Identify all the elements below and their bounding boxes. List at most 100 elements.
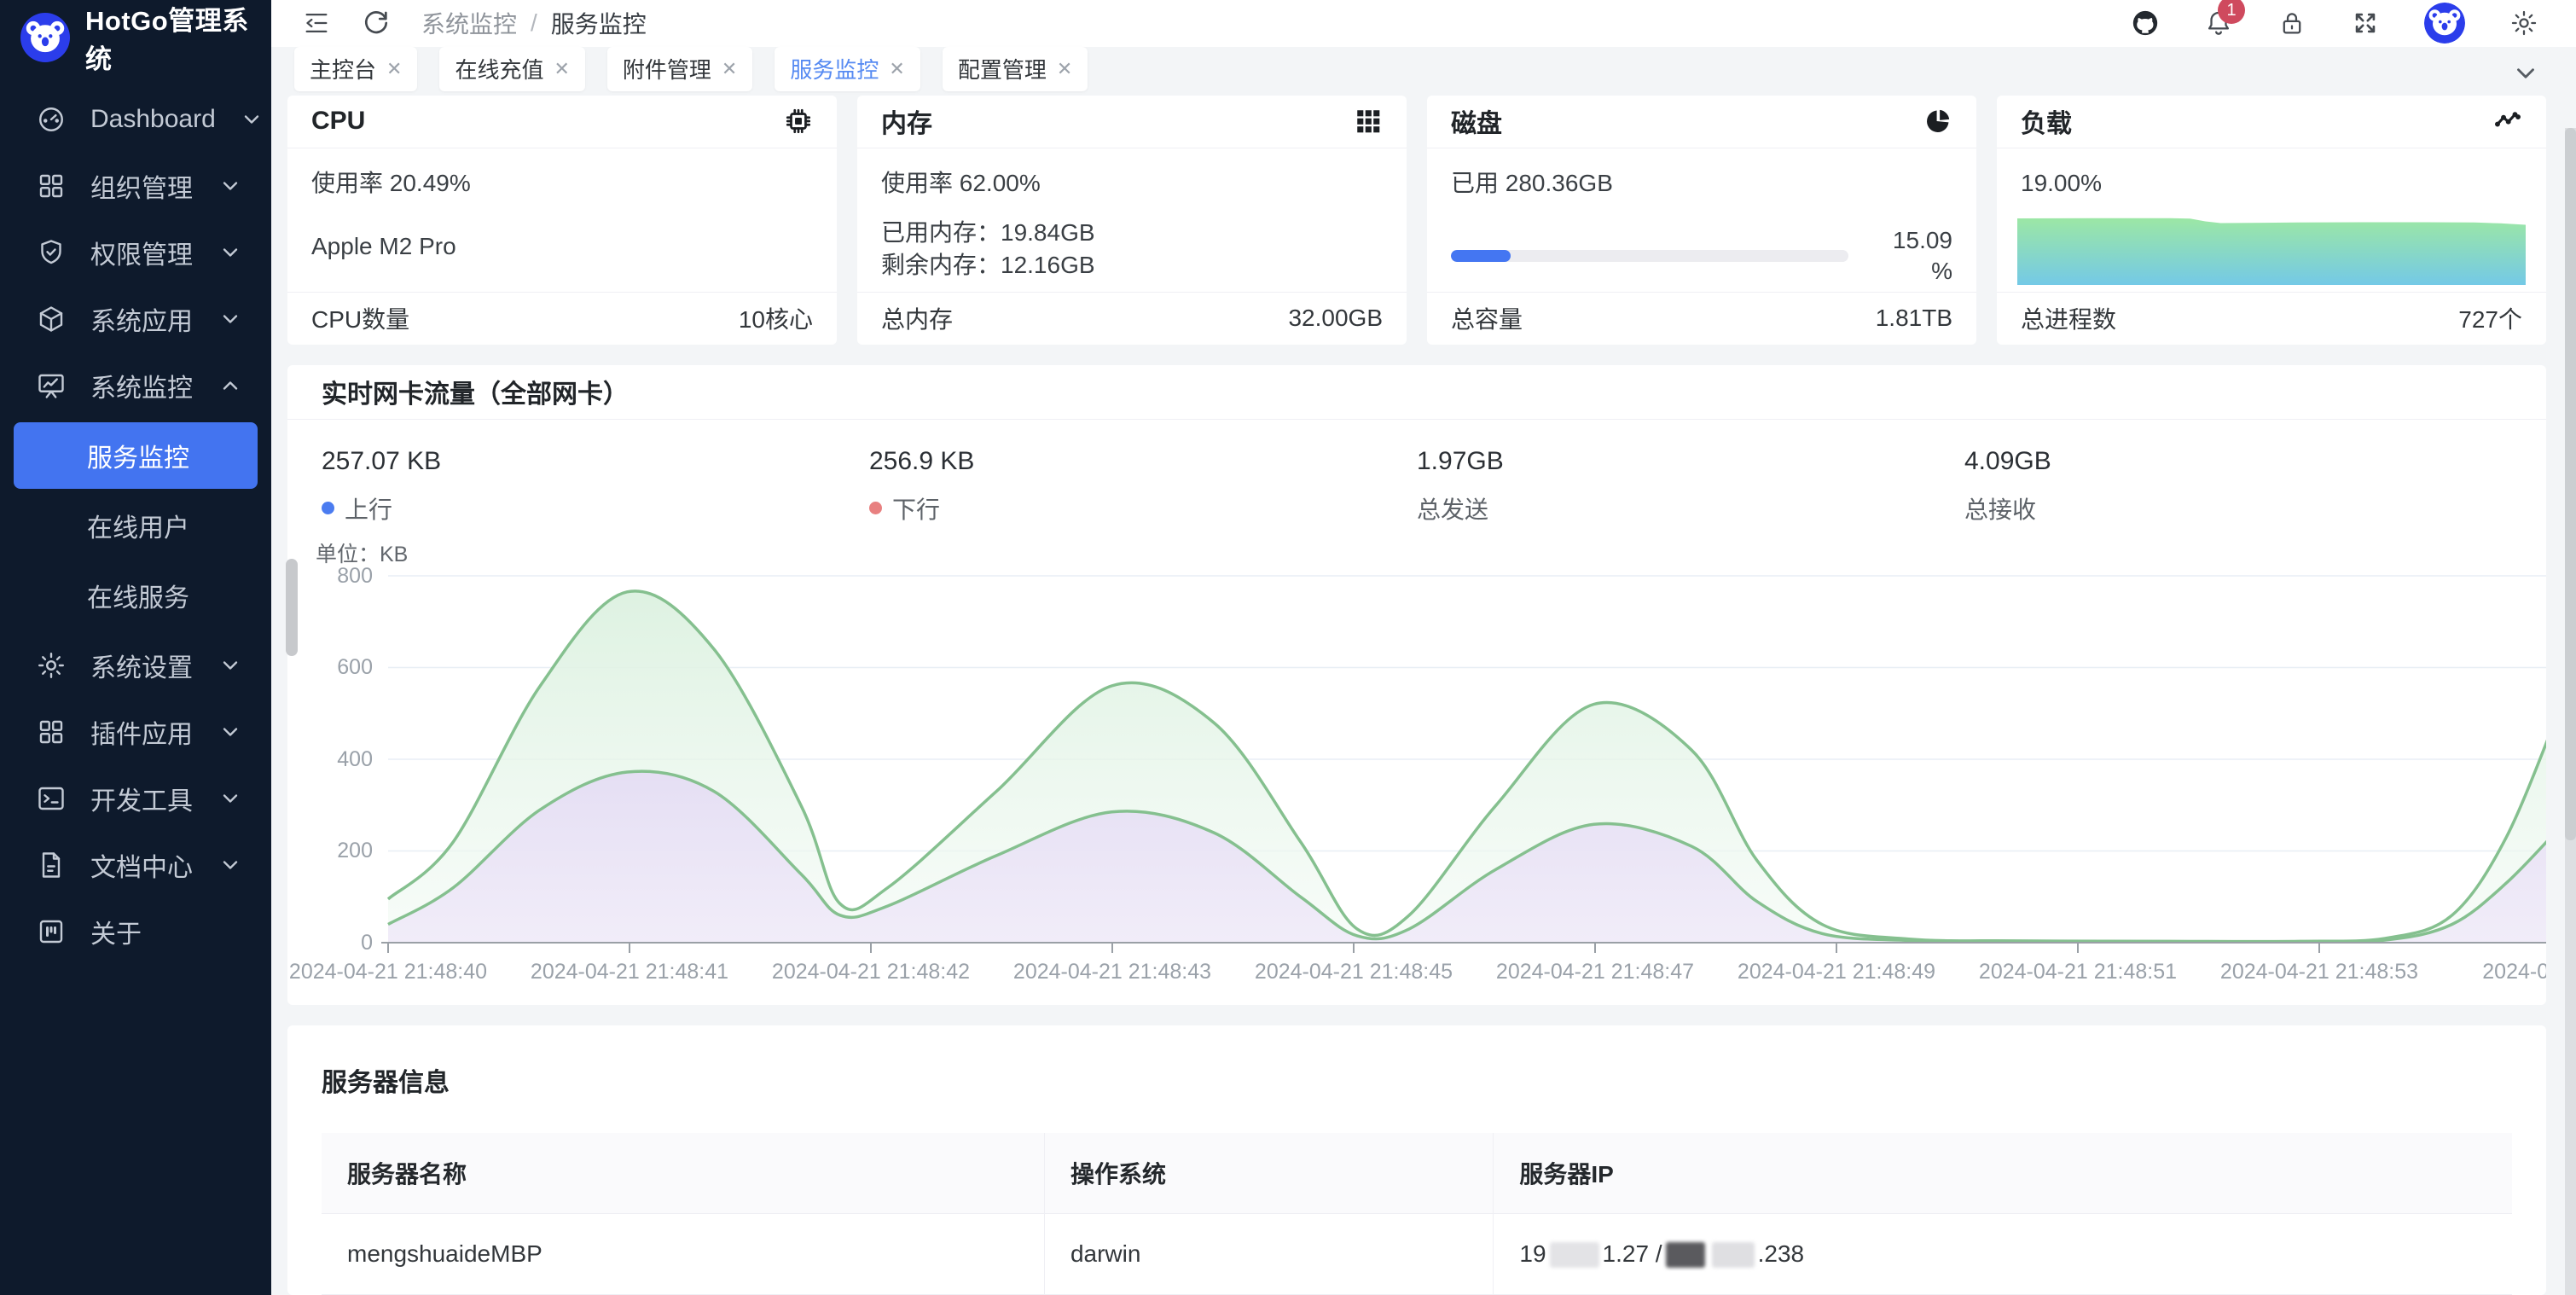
sidebar-item-label: 组织管理	[90, 167, 194, 205]
tab-close-icon[interactable]: ✕	[554, 58, 569, 80]
sidebar-item-system-settings[interactable]: 系统设置	[0, 632, 271, 699]
page-scrollbar[interactable]	[2565, 128, 2576, 1295]
memory-footer-value: 32.00GB	[1288, 305, 1383, 332]
sidebar-subitem-label: 在线服务	[87, 577, 189, 614]
sidebar-item-label: 开发工具	[90, 780, 194, 817]
tab-附件管理[interactable]: 附件管理✕	[607, 47, 752, 91]
y-axis-label: 600	[287, 654, 373, 680]
user-avatar[interactable]	[2424, 3, 2465, 44]
sidebar-subitem-label: 服务监控	[87, 437, 189, 474]
disk-progress-bar	[1451, 250, 1848, 262]
logo-row[interactable]: HotGo管理系统	[0, 0, 271, 74]
breadcrumb-separator: /	[531, 9, 537, 37]
terminal-icon	[36, 783, 67, 814]
y-axis-label: 400	[287, 746, 373, 772]
tab-close-icon[interactable]: ✕	[386, 58, 402, 80]
memory-card-title: 内存	[881, 102, 932, 140]
server-table-column-header: 服务器名称	[322, 1133, 1044, 1214]
tab-主控台[interactable]: 主控台✕	[294, 47, 417, 91]
tab-close-icon[interactable]: ✕	[722, 58, 737, 80]
main-area: 系统监控 / 服务监控 1 主控台✕ 在线充值✕ 附件管理✕ 服务监控 ✕ 配置管理 ✕	[271, 0, 2576, 1295]
breadcrumb-current: 服务监控	[551, 6, 647, 40]
project-icon	[36, 916, 67, 947]
content: CPU 使用率 20.49% Apple M2 Pro CPU数量 10核心 内…	[271, 91, 2576, 1295]
ip-redaction-block	[1666, 1242, 1705, 1268]
chevron-up-icon	[218, 374, 242, 398]
tab-list-chevron-down-icon[interactable]	[2511, 59, 2540, 88]
server-table-column-header: 操作系统	[1044, 1133, 1493, 1214]
cpu-usage-text: 使用率 20.49%	[311, 167, 813, 200]
document-icon	[36, 850, 67, 880]
stat-label: 总发送	[1417, 491, 1964, 526]
settings-gear-icon[interactable]	[2509, 9, 2538, 38]
disk-footer-value: 1.81TB	[1876, 305, 1952, 332]
stat-value: 4.09GB	[1964, 447, 2512, 476]
disk-card-title: 磁盘	[1451, 102, 1502, 140]
x-axis-label: 2024-04-21 21:48:53	[2220, 960, 2418, 984]
server-ip-cell: 191.27 /.238	[1494, 1214, 2512, 1295]
tab-在线充值[interactable]: 在线充值✕	[439, 47, 584, 91]
collapse-sidebar-icon[interactable]	[302, 9, 331, 38]
sidebar-item-system-monitor[interactable]: 系统监控	[0, 352, 271, 419]
fullscreen-icon[interactable]	[2351, 9, 2380, 38]
refresh-icon[interactable]	[362, 9, 391, 38]
sidebar-item-system-app[interactable]: 系统应用	[0, 286, 271, 352]
sidebar-item-dashboard[interactable]: Dashboard	[0, 86, 271, 153]
ip-redaction-block	[1550, 1242, 1599, 1268]
content-scrollbar-thumb[interactable]	[286, 559, 298, 656]
cpu-card: CPU 使用率 20.49% Apple M2 Pro CPU数量 10核心	[287, 96, 837, 345]
traffic-stat: 1.97GB总发送	[1417, 447, 1964, 526]
chevron-down-icon	[218, 853, 242, 877]
load-card-title: 负载	[2021, 102, 2072, 140]
sidebar-item-docs[interactable]: 文档中心	[0, 832, 271, 898]
tab-label: 配置管理	[958, 53, 1047, 84]
sidebar-item-plugins[interactable]: 插件应用	[0, 699, 271, 765]
load-sparkline-svg	[2017, 200, 2526, 285]
tab-close-icon[interactable]: ✕	[889, 58, 904, 80]
tabbar: 主控台✕ 在线充值✕ 附件管理✕ 服务监控 ✕ 配置管理 ✕	[271, 47, 2576, 91]
sidebar-subitem[interactable]: 在线用户	[14, 492, 258, 559]
x-axis-label: 2024-04-21 21:48:51	[1979, 960, 2177, 984]
github-icon[interactable]	[2131, 9, 2160, 38]
topbar: 系统监控 / 服务监控 1	[271, 0, 2576, 47]
tab-服务监控[interactable]: 服务监控 ✕	[775, 47, 920, 91]
server-table-header-row: 服务器名称操作系统服务器IP	[322, 1133, 2512, 1214]
sidebar-item-permission[interactable]: 权限管理	[0, 219, 271, 286]
sidebar-subitem[interactable]: 在线服务	[14, 562, 258, 629]
page-scrollbar-thumb[interactable]	[2565, 128, 2576, 840]
tab-配置管理[interactable]: 配置管理 ✕	[943, 47, 1088, 91]
cpu-footer-label: CPU数量	[311, 301, 409, 335]
network-traffic-card: 实时网卡流量（全部网卡） 257.07 KB上行256.9 KB下行1.97GB…	[287, 365, 2546, 1005]
disk-percent-text: 15.09 %	[1867, 225, 1952, 287]
stat-label: 上行	[322, 491, 869, 526]
sidebar-item-label: 文档中心	[90, 846, 194, 884]
load-footer-value: 727个	[2458, 301, 2522, 335]
lock-screen-icon[interactable]	[2277, 9, 2306, 38]
memory-free-text: 剩余内存：12.16GB	[881, 249, 1383, 282]
chevron-down-icon	[218, 307, 242, 331]
sidebar-item-about[interactable]: 关于	[0, 898, 271, 965]
traffic-chart-svg	[388, 576, 2546, 956]
plugin-grid-icon	[36, 717, 67, 747]
traffic-stat: 257.07 KB上行	[322, 447, 869, 526]
sidebar-item-devtools[interactable]: 开发工具	[0, 765, 271, 832]
chevron-down-icon	[218, 174, 242, 198]
sidebar-item-label: 系统监控	[90, 367, 194, 404]
server-table: 服务器名称操作系统服务器IP mengshuaideMBPdarwin191.2…	[322, 1133, 2512, 1295]
stat-label: 总接收	[1964, 491, 2512, 526]
cpu-footer-value: 10核心	[739, 301, 813, 335]
hotgo-logo-icon	[20, 13, 70, 62]
sidebar-subitem[interactable]: 服务监控	[14, 422, 258, 489]
tab-close-icon[interactable]: ✕	[1057, 58, 1072, 80]
breadcrumb-parent[interactable]: 系统监控	[421, 6, 517, 40]
chevron-down-icon	[218, 787, 242, 810]
sidebar-item-org[interactable]: 组织管理	[0, 153, 271, 219]
topbar-right: 1	[2131, 3, 2538, 44]
x-axis-label: 2024-04-21 21:48:41	[531, 960, 728, 984]
stat-cards-row: CPU 使用率 20.49% Apple M2 Pro CPU数量 10核心 内…	[287, 96, 2546, 345]
notifications-bell-icon[interactable]: 1	[2204, 9, 2233, 38]
server-table-row: mengshuaideMBPdarwin191.27 /.238	[322, 1214, 2512, 1295]
gear-icon	[36, 650, 67, 681]
tab-label: 服务监控	[790, 53, 879, 84]
cube-icon	[36, 304, 67, 334]
